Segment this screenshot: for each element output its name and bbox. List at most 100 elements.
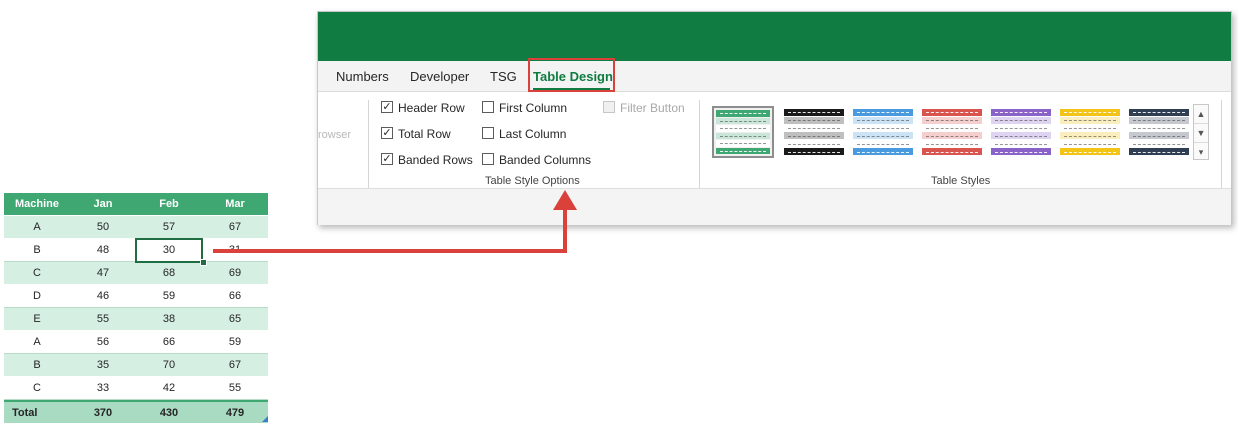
swatch-row xyxy=(922,124,982,132)
first-column-checkbox[interactable] xyxy=(482,101,494,113)
table-cell[interactable]: 42 xyxy=(136,377,202,399)
total-row-checkbox[interactable]: ✓ xyxy=(381,127,393,139)
banded-columns-label: Banded Columns xyxy=(499,153,592,167)
swatch-row xyxy=(853,109,913,116)
table-cell[interactable]: E xyxy=(4,308,70,330)
swatch-row xyxy=(716,110,770,117)
faded-group-label: rowser xyxy=(318,129,352,141)
table-cell[interactable]: 48 xyxy=(70,239,136,261)
tab-tsg[interactable]: TSG xyxy=(490,69,517,84)
table-row: C 47 68 69 xyxy=(4,262,268,285)
first-column-label: First Column xyxy=(499,101,568,115)
table-style-swatch-red[interactable] xyxy=(921,108,983,156)
table-cell[interactable]: 70 xyxy=(136,354,202,376)
table-cell[interactable]: B xyxy=(4,354,70,376)
swatch-row xyxy=(1129,124,1189,132)
swatch-row xyxy=(1060,148,1120,155)
table-cell[interactable]: 66 xyxy=(136,331,202,353)
table-cell[interactable]: C xyxy=(4,262,70,284)
swatch-row xyxy=(784,140,844,148)
swatch-row xyxy=(716,125,770,132)
group-divider xyxy=(368,100,369,188)
table-row: E 55 38 65 xyxy=(4,308,268,331)
tab-developer[interactable]: Developer xyxy=(410,69,469,84)
table-cell[interactable]: D xyxy=(4,285,70,307)
gallery-scroll: ▲ ▼ ▾ xyxy=(1193,104,1209,160)
table-style-swatch-green[interactable] xyxy=(712,106,774,158)
banded-rows-checkbox[interactable]: ✓ xyxy=(381,153,393,165)
table-style-swatch-navy[interactable] xyxy=(1128,108,1190,156)
table-style-swatch-black[interactable] xyxy=(783,108,845,156)
chevron-down-icon[interactable]: ▼ xyxy=(1194,124,1208,143)
table-cell[interactable]: A xyxy=(4,331,70,353)
tab-numbers[interactable]: Numbers xyxy=(336,69,389,84)
table-row: B 35 70 67 xyxy=(4,354,268,377)
header-cell[interactable]: Jan xyxy=(70,193,136,215)
table-cell[interactable]: 66 xyxy=(202,285,268,307)
swatch-row xyxy=(991,116,1051,124)
table-cell[interactable]: 35 xyxy=(70,354,136,376)
table-resize-handle[interactable] xyxy=(262,416,268,422)
table-cell[interactable]: 47 xyxy=(70,262,136,284)
banded-columns-checkbox[interactable] xyxy=(482,153,494,165)
header-cell[interactable]: Machine xyxy=(4,193,70,215)
table-cell[interactable]: A xyxy=(4,216,70,238)
table-cell[interactable]: 31 xyxy=(202,239,268,261)
active-cell-border xyxy=(135,238,203,263)
table-cell[interactable]: 55 xyxy=(202,377,268,399)
table-row: A 56 66 59 xyxy=(4,331,268,354)
table-cell[interactable]: 65 xyxy=(202,308,268,330)
header-row-checkbox[interactable]: ✓ xyxy=(381,101,393,113)
header-cell[interactable]: Feb xyxy=(136,193,202,215)
last-column-checkbox[interactable] xyxy=(482,127,494,139)
table-cell[interactable]: 69 xyxy=(202,262,268,284)
table-cell[interactable]: 59 xyxy=(202,331,268,353)
total-cell[interactable]: 430 xyxy=(136,402,202,423)
swatch-row xyxy=(922,132,982,140)
banded-rows-label: Banded Rows xyxy=(398,153,473,167)
swatch-row xyxy=(1129,109,1189,116)
table-cell[interactable]: 57 xyxy=(136,216,202,238)
total-cell[interactable]: 370 xyxy=(70,402,136,423)
table-cell[interactable]: 56 xyxy=(70,331,136,353)
table-cell[interactable]: 33 xyxy=(70,377,136,399)
table-cell[interactable]: 67 xyxy=(202,216,268,238)
swatch-row xyxy=(1129,148,1189,155)
header-cell[interactable]: Mar xyxy=(202,193,268,215)
table-row: C 33 42 55 xyxy=(4,377,268,400)
table-row: A 50 57 67 xyxy=(4,216,268,239)
swatch-row xyxy=(922,140,982,148)
swatch-row xyxy=(1129,140,1189,148)
table-cell[interactable]: C xyxy=(4,377,70,399)
swatch-row xyxy=(1129,116,1189,124)
swatch-row xyxy=(922,116,982,124)
table-style-swatch-blue[interactable] xyxy=(852,108,914,156)
swatch-row xyxy=(853,116,913,124)
table-cell[interactable]: 59 xyxy=(136,285,202,307)
total-cell[interactable]: 479 xyxy=(202,402,268,423)
swatch-row xyxy=(716,147,770,154)
table-cell[interactable]: 67 xyxy=(202,354,268,376)
swatch-row xyxy=(991,132,1051,140)
total-label[interactable]: Total xyxy=(4,402,70,423)
table-cell[interactable]: 50 xyxy=(70,216,136,238)
fill-handle[interactable] xyxy=(200,259,207,266)
more-icon[interactable]: ▾ xyxy=(1194,143,1208,161)
table-cell[interactable]: 55 xyxy=(70,308,136,330)
tab-highlight-box xyxy=(528,58,615,92)
table-cell[interactable]: 68 xyxy=(136,262,202,284)
swatch-row xyxy=(853,124,913,132)
table-cell[interactable]: 38 xyxy=(136,308,202,330)
table-style-swatch-purple[interactable] xyxy=(990,108,1052,156)
total-row-label: Total Row xyxy=(398,127,451,141)
swatch-row xyxy=(716,140,770,147)
chevron-up-icon[interactable]: ▲ xyxy=(1194,105,1208,124)
swatch-row xyxy=(1060,140,1120,148)
swatch-row xyxy=(784,109,844,116)
header-row-label: Header Row xyxy=(398,101,465,115)
table-cell[interactable]: 46 xyxy=(70,285,136,307)
swatch-row xyxy=(991,124,1051,132)
excel-window: Numbers Developer TSG Table Design rowse… xyxy=(317,11,1232,225)
table-style-swatch-yellow[interactable] xyxy=(1059,108,1121,156)
table-cell[interactable]: B xyxy=(4,239,70,261)
